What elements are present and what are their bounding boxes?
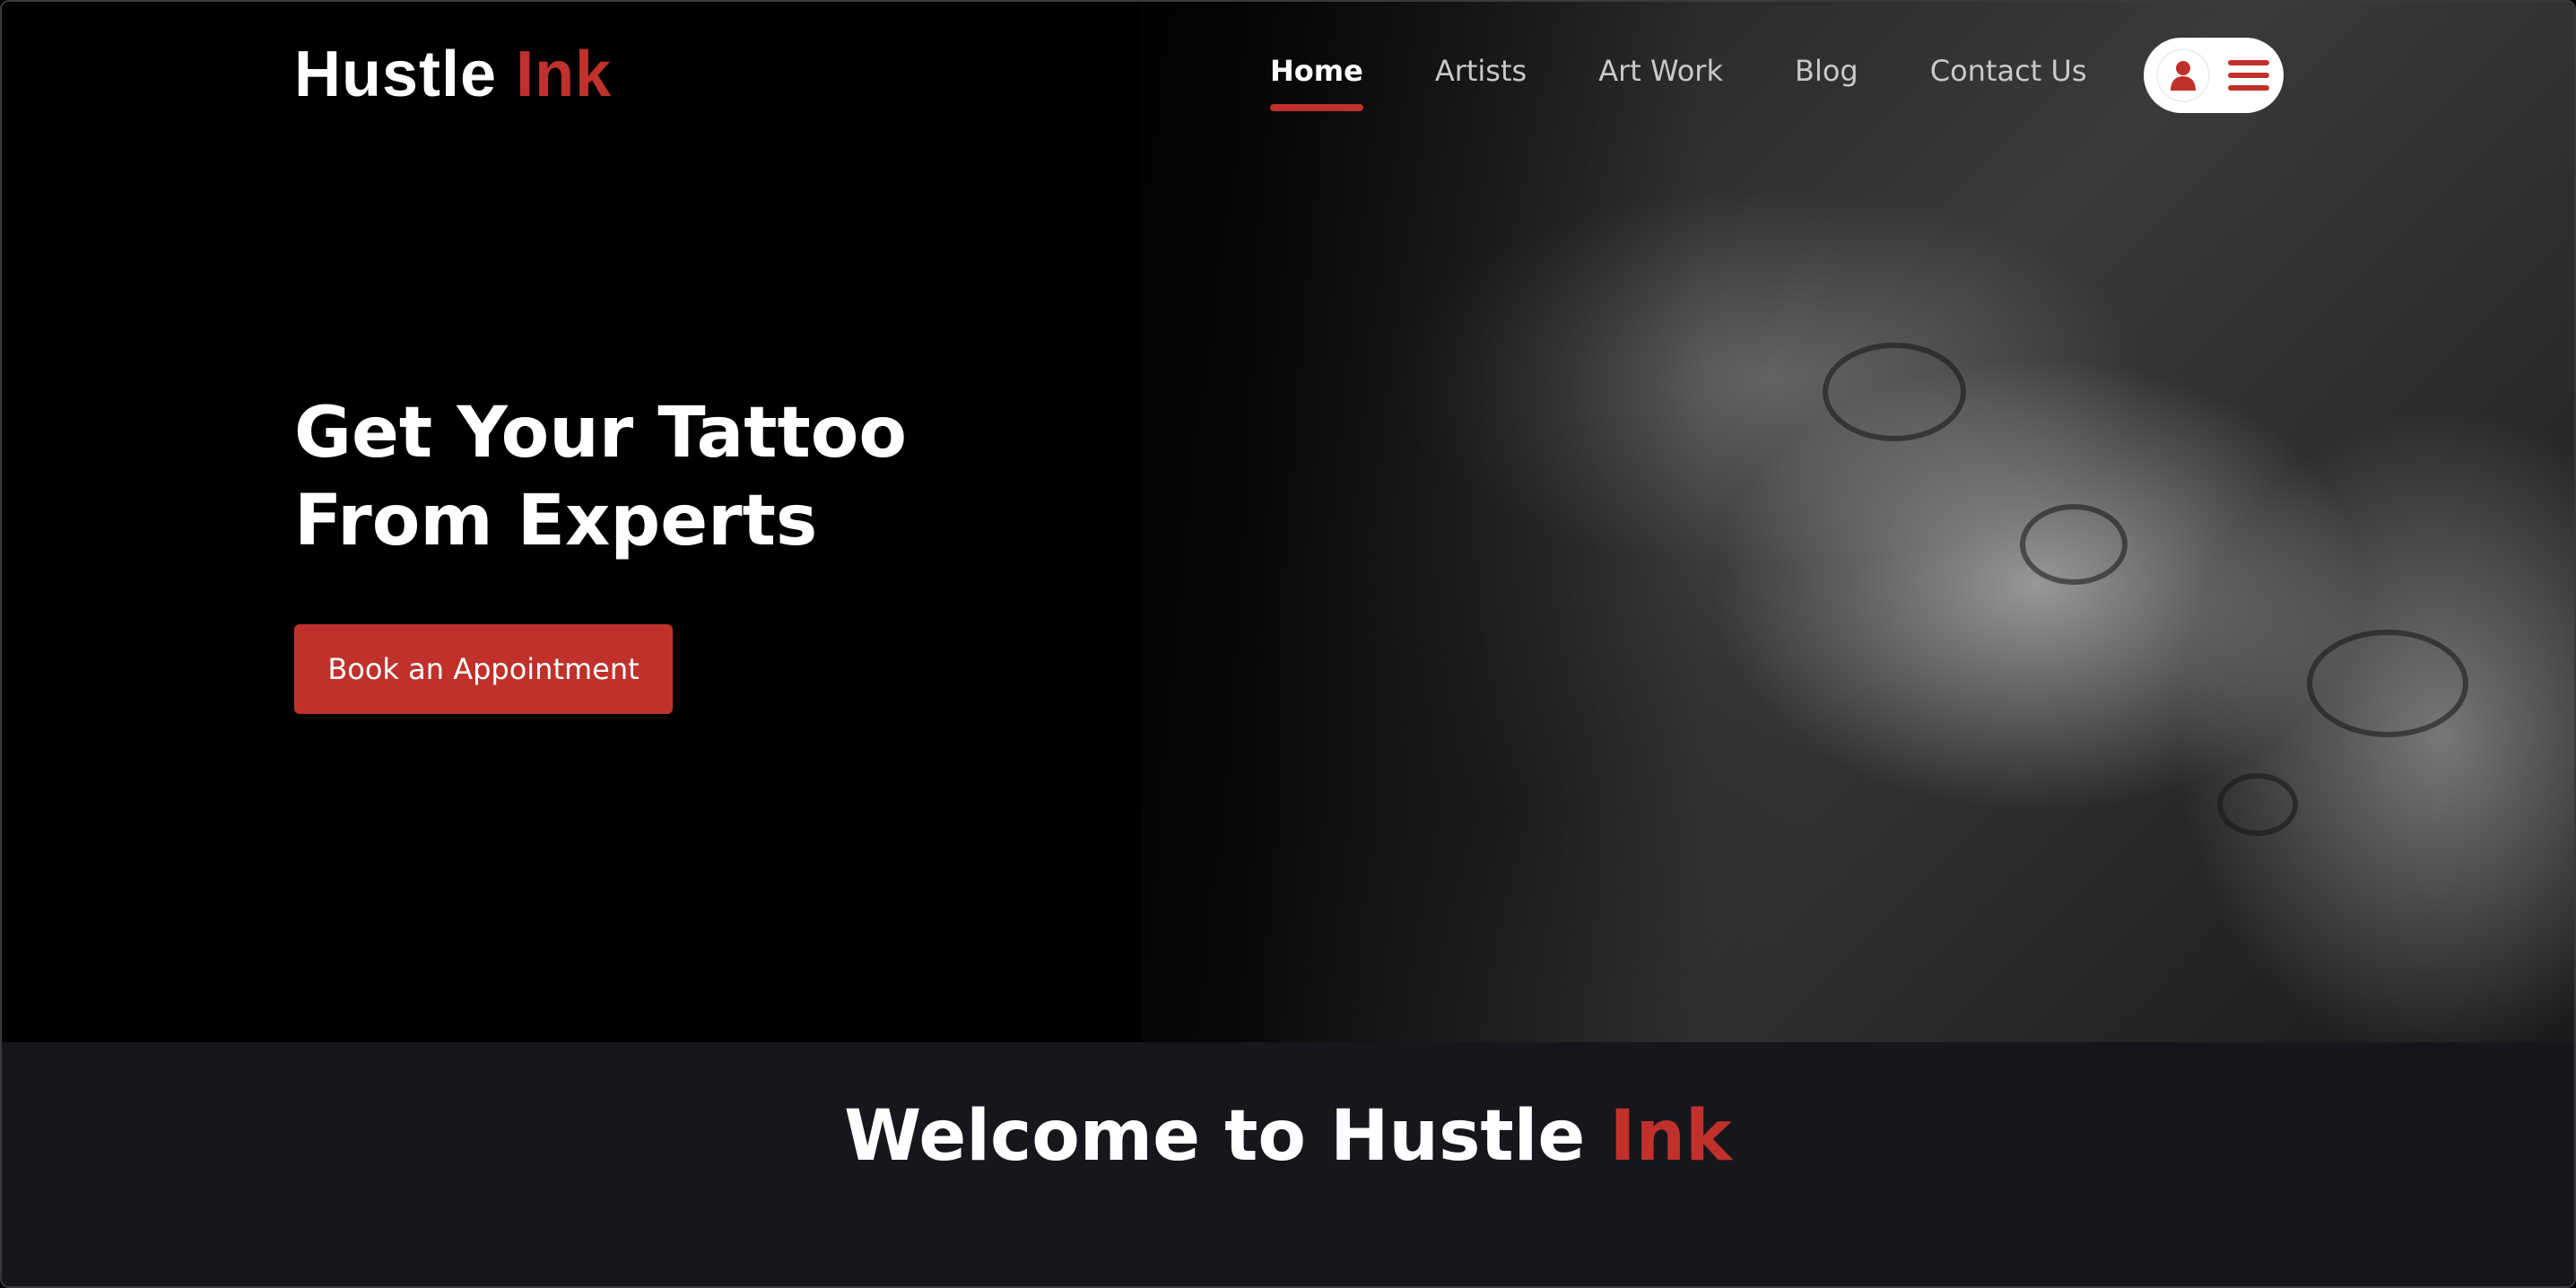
main-nav: Home Artists Art Work Blog Contact Us xyxy=(1270,54,2158,111)
site-logo[interactable]: Hustle Ink xyxy=(294,38,612,111)
welcome-title-accent: Ink xyxy=(1609,1096,1732,1177)
nav-item-artists[interactable]: Artists xyxy=(1435,54,1527,88)
welcome-section: Welcome to Hustle Ink xyxy=(2,1042,2574,1286)
book-appointment-button[interactable]: Book an Appointment xyxy=(294,624,673,714)
hero-title: Get Your Tattoo From Experts xyxy=(294,389,1101,565)
logo-text: Hustle xyxy=(294,39,498,110)
welcome-title: Welcome to Hustle Ink xyxy=(2,1096,2574,1177)
nav-item-home[interactable]: Home xyxy=(1270,54,1363,111)
nav-item-art-work[interactable]: Art Work xyxy=(1598,54,1723,88)
hamburger-menu-icon[interactable] xyxy=(2228,60,2269,91)
hero-section: Hustle Ink Home Artists Art Work Blog Co… xyxy=(2,2,2574,1042)
nav-item-contact-us[interactable]: Contact Us xyxy=(1930,54,2087,88)
account-menu-pill[interactable] xyxy=(2144,38,2284,113)
hero-title-line-2: From Experts xyxy=(294,481,818,561)
user-icon[interactable] xyxy=(2158,50,2208,100)
logo-accent-text: Ink xyxy=(516,39,613,110)
nav-item-blog[interactable]: Blog xyxy=(1795,54,1858,88)
browser-frame: Hustle Ink Home Artists Art Work Blog Co… xyxy=(0,0,2576,1288)
hero-title-line-1: Get Your Tattoo xyxy=(294,393,907,474)
welcome-title-prefix: Welcome to Hustle xyxy=(844,1096,1586,1177)
